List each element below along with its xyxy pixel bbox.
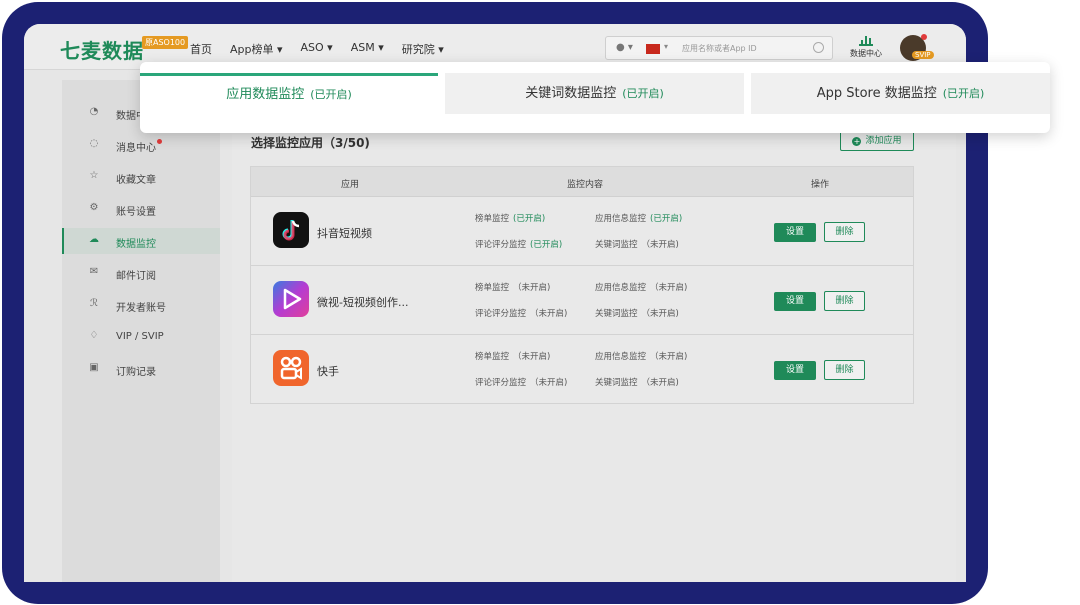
tab-status: (已开启) xyxy=(622,87,664,100)
logo-badge: 原ASO100 xyxy=(142,36,189,49)
mail-icon: ✉ xyxy=(89,266,99,277)
sidebar: ◔ 数据中 ◌ 消息中心 ☆ 收藏文章 ⚙ 账号设置 ☁ 数据监控 ✉ 邮件订阅 xyxy=(62,80,220,582)
table-row: 抖音短视频 榜单监控 (已开启) 应用信息监控 (已开启) 评论评分监控 (已开启) … xyxy=(251,197,913,266)
sidebar-item-developer[interactable]: ℛ 开发者账号 xyxy=(62,292,220,318)
bar-chart-icon xyxy=(859,34,873,46)
data-center-button[interactable]: 数据中心 xyxy=(846,34,886,59)
tab-app-monitor[interactable]: 应用数据监控 (已开启) xyxy=(140,73,438,114)
monitor-item: 评论评分监控 (已开启) xyxy=(475,240,563,250)
search-icon[interactable] xyxy=(813,42,824,53)
sidebar-item-label: 订购记录 xyxy=(116,367,156,378)
sidebar-item-account-settings[interactable]: ⚙ 账号设置 xyxy=(62,196,220,222)
nav-research[interactable]: 研究院 ▾ xyxy=(402,41,444,57)
sidebar-item-label: 开发者账号 xyxy=(116,303,166,314)
settings-button[interactable]: 设置 xyxy=(774,361,816,380)
monitor-item: 关键词监控 （未开启) xyxy=(595,309,679,319)
sidebar-item-label: VIP / SVIP xyxy=(116,331,164,342)
monitor-item: 榜单监控 （未开启) xyxy=(475,283,551,293)
cloud-icon: ☁ xyxy=(89,234,99,245)
add-app-label: 添加应用 xyxy=(865,136,902,146)
tab-label: 关键词数据监控 xyxy=(525,86,617,101)
store-select[interactable]: ● ▾ xyxy=(616,42,633,53)
sidebar-item-mail-subscription[interactable]: ✉ 邮件订阅 xyxy=(62,260,220,286)
pie-chart-icon: ◔ xyxy=(89,106,99,117)
main-content: 选择监控应用（3/50) + 添加应用 应用 监控内容 操作 抖音短视频 榜单监控… xyxy=(232,80,956,582)
tab-label: 应用数据监控 xyxy=(226,87,305,102)
col-content: 监控内容 xyxy=(567,180,604,190)
table-row: 快手 榜单监控 （未开启) 应用信息监控 （未开启) 评论评分监控 （未开启) 关键词… xyxy=(251,335,913,404)
monitor-item: 应用信息监控 （未开启) xyxy=(595,352,688,362)
search-input[interactable]: 应用名称或者App ID xyxy=(682,43,757,54)
china-flag-icon[interactable] xyxy=(646,44,660,54)
vip-badge: SVIP xyxy=(912,51,934,59)
tab-label: App Store 数据监控 xyxy=(816,86,937,101)
user-icon: ℛ xyxy=(90,298,98,309)
sidebar-item-orders[interactable]: ▣ 订购记录 xyxy=(62,356,220,382)
star-icon: ☆ xyxy=(89,170,99,181)
logo[interactable]: 七麦数据 xyxy=(60,35,144,64)
app-name: 快手 xyxy=(317,365,339,378)
kuaishou-app-icon xyxy=(273,350,309,386)
tab-status: (已开启) xyxy=(942,87,985,100)
monitor-item: 应用信息监控 （未开启) xyxy=(595,283,688,293)
notification-dot xyxy=(921,34,927,40)
sidebar-item-label: 数据监控 xyxy=(116,239,156,250)
tab-appstore-monitor[interactable]: App Store 数据监控 (已开启) xyxy=(751,73,1050,114)
nav-asm[interactable]: ASM ▾ xyxy=(351,41,384,57)
search-box[interactable]: ● ▾ ▾ 应用名称或者App ID xyxy=(605,36,833,60)
tab-keyword-monitor[interactable]: 关键词数据监控 (已开启) xyxy=(445,73,744,114)
monitor-item: 关键词监控 （未开启) xyxy=(595,378,679,388)
settings-button[interactable]: 设置 xyxy=(774,292,816,311)
settings-button[interactable]: 设置 xyxy=(774,223,816,242)
sidebar-item-favorites[interactable]: ☆ 收藏文章 xyxy=(62,164,220,190)
page-title: 选择监控应用（3/50) xyxy=(251,136,370,150)
message-icon: ◌ xyxy=(89,138,99,149)
diamond-icon: ♢ xyxy=(89,330,99,341)
tab-status: (已开启) xyxy=(310,88,352,101)
monitor-tabs-panel: 应用数据监控 (已开启) 关键词数据监控 (已开启) App Store 数据监控 (… xyxy=(140,62,1050,133)
monitor-item: 评论评分监控 （未开启) xyxy=(475,378,568,388)
monitor-item: 关键词监控 （未开启) xyxy=(595,240,679,250)
sidebar-item-messages[interactable]: ◌ 消息中心 xyxy=(62,132,220,158)
table-header: 应用 监控内容 操作 xyxy=(251,167,913,197)
douyin-app-icon xyxy=(273,212,309,248)
main-nav: 首页 App榜单 ▾ ASO ▾ ASM ▾ 研究院 ▾ xyxy=(190,41,444,57)
delete-button[interactable]: 删除 xyxy=(824,360,865,380)
sidebar-item-label: 收藏文章 xyxy=(116,175,156,186)
delete-button[interactable]: 删除 xyxy=(824,291,865,311)
delete-button[interactable]: 删除 xyxy=(824,222,865,242)
data-center-label: 数据中心 xyxy=(850,49,882,58)
sidebar-item-label: 消息中心 xyxy=(116,139,162,154)
nav-home[interactable]: 首页 xyxy=(190,41,212,57)
gear-icon: ⚙ xyxy=(89,202,99,213)
sidebar-item-label: 邮件订阅 xyxy=(116,271,156,282)
monitor-table: 应用 监控内容 操作 抖音短视频 榜单监控 (已开启) 应用信息监控 (已开启) 评… xyxy=(250,166,914,404)
nav-app-rank[interactable]: App榜单 ▾ xyxy=(230,41,283,57)
table-row: 微视-短视频创作... 榜单监控 （未开启) 应用信息监控 （未开启) 评论评分监控… xyxy=(251,266,913,335)
monitor-item: 榜单监控 （未开启) xyxy=(475,352,551,362)
sidebar-item-data-monitor[interactable]: ☁ 数据监控 xyxy=(62,228,220,254)
col-app: 应用 xyxy=(341,180,360,190)
nav-aso[interactable]: ASO ▾ xyxy=(301,41,333,57)
receipt-icon: ▣ xyxy=(89,362,99,373)
app-name: 微视-短视频创作... xyxy=(317,296,409,309)
unread-dot xyxy=(157,139,162,144)
avatar[interactable]: SVIP xyxy=(900,34,934,61)
monitor-item: 应用信息监控 (已开启) xyxy=(595,214,683,224)
plus-icon: + xyxy=(852,137,862,146)
sidebar-item-label: 账号设置 xyxy=(116,207,156,218)
monitor-item: 榜单监控 (已开启) xyxy=(475,214,546,224)
weishi-app-icon xyxy=(273,281,309,317)
add-app-button[interactable]: + 添加应用 xyxy=(840,131,914,151)
sidebar-item-vip[interactable]: ♢ VIP / SVIP xyxy=(62,324,220,350)
app-name: 抖音短视频 xyxy=(317,227,372,240)
monitor-item: 评论评分监控 （未开启) xyxy=(475,309,568,319)
col-action: 操作 xyxy=(811,180,830,190)
chevron-down-icon[interactable]: ▾ xyxy=(664,42,668,51)
